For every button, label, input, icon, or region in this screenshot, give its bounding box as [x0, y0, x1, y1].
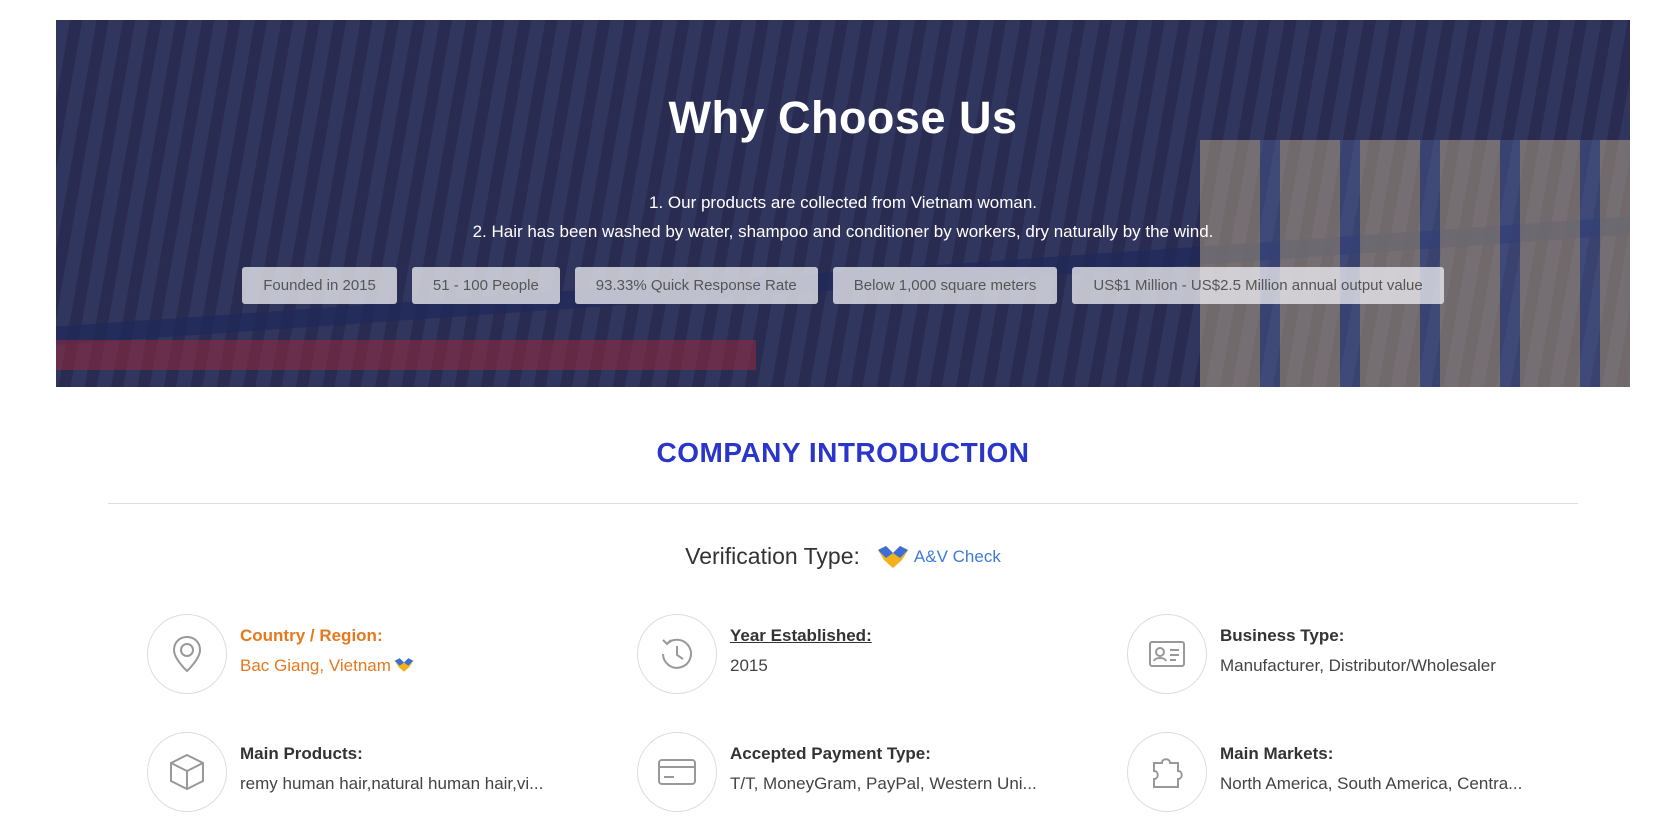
payment-type-label: Accepted Payment Type:	[730, 744, 931, 763]
info-main-markets: Main Markets: North America, South Ameri…	[1127, 732, 1587, 812]
handshake-badge-icon	[394, 658, 414, 672]
payment-type-value: T/T, MoneyGram, PayPal, Western Uni...	[730, 774, 1037, 793]
puzzle-icon	[1127, 732, 1207, 812]
company-stats-chips: Founded in 2015 51 - 100 People 93.33% Q…	[56, 267, 1630, 304]
info-business-type: Business Type: Manufacturer, Distributor…	[1127, 614, 1587, 694]
info-country-region: Country / Region: Bac Giang, Vietnam	[147, 614, 607, 694]
verification-row: Verification Type: A&V Check	[0, 543, 1680, 570]
box-icon	[147, 732, 227, 812]
verification-label: Verification Type:	[685, 543, 860, 569]
chip-output-value: US$1 Million - US$2.5 Million annual out…	[1072, 267, 1444, 304]
main-markets-value: North America, South America, Centra...	[1220, 774, 1523, 793]
year-established-value: 2015	[730, 656, 768, 675]
banner-content: Why Choose Us 1. Our products are collec…	[56, 20, 1630, 387]
why-choose-us-banner: Why Choose Us 1. Our products are collec…	[56, 20, 1630, 387]
chip-staff: 51 - 100 People	[411, 267, 560, 304]
country-region-text[interactable]: Bac Giang, Vietnam	[240, 656, 391, 675]
av-check-link[interactable]: A&V Check	[914, 547, 1001, 567]
country-region-label: Country / Region:	[240, 626, 383, 645]
banner-point-1: 1. Our products are collected from Vietn…	[648, 193, 1038, 212]
clock-history-icon	[637, 614, 717, 694]
main-products-value: remy human hair,natural human hair,vi...	[240, 774, 544, 793]
chip-response-rate: 93.33% Quick Response Rate	[574, 267, 818, 304]
chip-factory-size: Below 1,000 square meters	[832, 267, 1058, 304]
banner-point-2: 2. Hair has been washed by water, shampo…	[472, 222, 1214, 241]
info-payment-type: Accepted Payment Type: T/T, MoneyGram, P…	[637, 732, 1097, 812]
main-markets-label: Main Markets:	[1220, 744, 1334, 763]
handshake-badge-icon	[877, 545, 908, 568]
banner-title: Why Choose Us	[668, 92, 1018, 143]
chip-founded: Founded in 2015	[242, 267, 397, 304]
location-pin-icon	[147, 614, 227, 694]
section-divider	[108, 503, 1578, 504]
country-region-value[interactable]: Bac Giang, Vietnam	[240, 656, 610, 676]
main-products-label: Main Products:	[240, 744, 363, 763]
info-main-products: Main Products: remy human hair,natural h…	[147, 732, 607, 812]
business-type-value: Manufacturer, Distributor/Wholesaler	[1220, 656, 1496, 675]
year-established-label[interactable]: Year Established:	[730, 626, 1100, 646]
info-year-established: Year Established: 2015	[637, 614, 1097, 694]
business-type-label: Business Type:	[1220, 626, 1345, 645]
id-card-icon	[1127, 614, 1207, 694]
credit-card-icon	[637, 732, 717, 812]
section-title: COMPANY INTRODUCTION	[656, 437, 1030, 468]
